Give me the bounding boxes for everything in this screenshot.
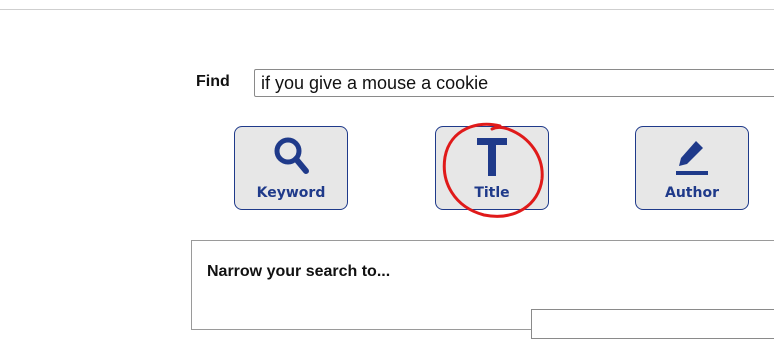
title-search-button[interactable]: Title — [435, 126, 549, 210]
pencil-icon — [636, 135, 748, 179]
keyword-search-button[interactable]: Keyword — [234, 126, 348, 210]
search-input[interactable] — [254, 69, 774, 97]
find-label: Find — [196, 73, 230, 90]
narrow-search-heading: Narrow your search to... — [207, 263, 391, 280]
author-search-button[interactable]: Author — [635, 126, 749, 210]
keyword-button-label: Keyword — [256, 185, 326, 201]
title-t-icon — [436, 135, 548, 179]
title-button-label: Title — [474, 185, 510, 201]
narrow-search-panel: Narrow your search to... — [191, 240, 774, 339]
magnifier-icon — [235, 135, 347, 179]
narrow-filter-field[interactable] — [531, 309, 774, 339]
author-button-label: Author — [665, 185, 719, 201]
top-divider — [0, 9, 774, 10]
